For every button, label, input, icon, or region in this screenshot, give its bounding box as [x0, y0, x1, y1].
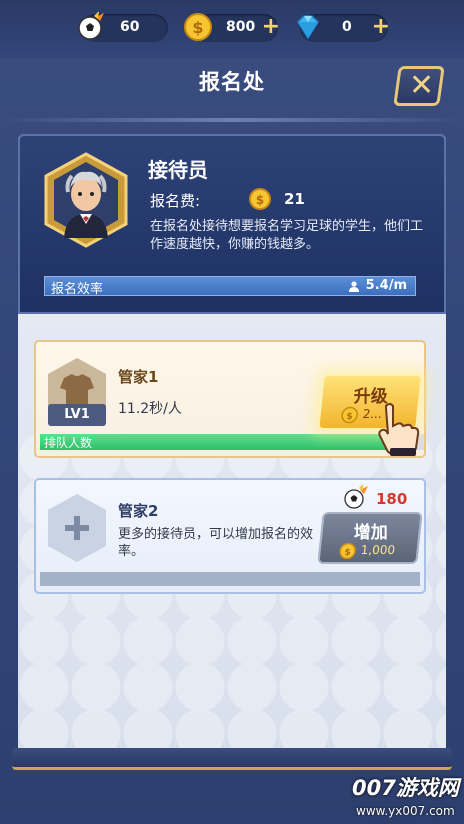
role-title: 接待员 — [148, 158, 208, 182]
hand-pointer-icon — [378, 403, 420, 456]
coin-icon: $ — [184, 13, 212, 41]
hire-requirement: 180 — [376, 490, 408, 508]
watermark-logo: 007游戏网 — [352, 776, 459, 800]
add-cost: 1,000 — [360, 543, 396, 557]
queue-bar: 排队人数 — [40, 434, 424, 450]
svg-text:$: $ — [256, 193, 264, 207]
receptionist-avatar — [44, 152, 128, 248]
queue-label: 排队人数 — [44, 436, 93, 450]
add-coins-button[interactable]: + — [262, 16, 280, 38]
football-resource: 60 — [78, 11, 168, 42]
title-divider — [0, 118, 464, 122]
coin-resource: $ 800 + — [184, 13, 280, 42]
coin-icon: $ — [249, 188, 271, 210]
efficiency-bar: 报名效率 5.4/m — [44, 276, 416, 297]
manager-name: 管家2 — [118, 502, 159, 520]
manager-description: 更多的接待员，可以增加报名的效率。 — [118, 527, 314, 559]
football-icon — [344, 484, 368, 509]
football-icon — [78, 11, 104, 40]
add-diamonds-button[interactable]: + — [372, 16, 390, 38]
diamond-icon — [297, 15, 319, 40]
close-icon: ✕ — [409, 68, 435, 103]
panel-bottom-edge — [12, 748, 452, 770]
manager-card-2: 管家2 更多的接待员，可以增加报名的效率。 180 增加 $ 1,000 — [34, 478, 426, 594]
coin-icon: $ — [341, 406, 358, 424]
add-manager-slot[interactable] — [46, 492, 108, 564]
watermark-url: www.yx007.com — [356, 804, 455, 818]
fee-label: 报名费: — [150, 192, 201, 210]
person-icon — [349, 281, 359, 292]
football-count: 60 — [120, 19, 140, 35]
manager-card-1: LV1 管家1 11.2秒/人 排队人数 升级 $ 2... — [34, 340, 426, 458]
diamond-count: 0 — [342, 19, 352, 35]
svg-text:$: $ — [346, 412, 353, 422]
coin-count: 800 — [226, 19, 256, 35]
level-badge: LV1 — [48, 404, 106, 426]
manager-speed: 11.2秒/人 — [118, 401, 182, 417]
diamond-resource: 0 + — [297, 14, 390, 42]
fee-value: 21 — [284, 190, 305, 208]
efficiency-label: 报名效率 — [51, 282, 104, 297]
role-description: 在报名处接待想要报名学习足球的学生，他们工作速度越快，你赚的钱越多。 — [150, 219, 424, 252]
add-manager-button[interactable]: 增加 $ 1,000 — [317, 512, 423, 564]
add-label: 增加 — [353, 523, 388, 543]
empty-queue-bar — [40, 572, 420, 586]
resource-bar: 60 $ 800 + 0 + — [0, 0, 464, 58]
close-button[interactable]: ✕ — [393, 66, 445, 106]
efficiency-value: 5.4/m — [365, 278, 407, 293]
coin-icon: $ — [339, 542, 356, 560]
svg-text:$: $ — [344, 548, 351, 558]
queue-fill — [40, 434, 409, 450]
svg-text:$: $ — [192, 18, 203, 37]
manager-name: 管家1 — [118, 368, 159, 386]
role-card: 接待员 报名费: $ 21 在报名处接待想要报名学习足球的学生，他们工作速度越快… — [18, 134, 446, 314]
